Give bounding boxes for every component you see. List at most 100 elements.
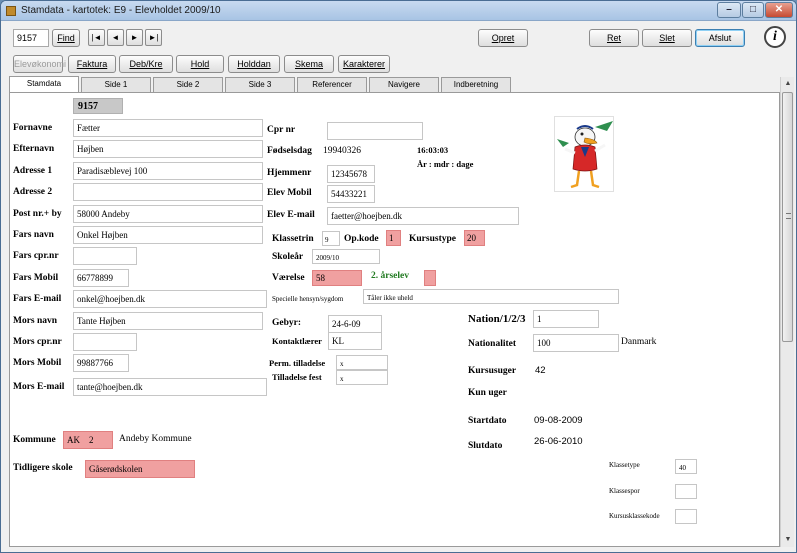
kontaktlaerer-field[interactable]: KL	[328, 332, 382, 350]
skoleaar-label: Skoleår	[272, 252, 304, 262]
app-icon	[6, 6, 16, 16]
nation-field[interactable]: 1	[533, 310, 599, 328]
fars-mobil-field[interactable]: 66778899	[73, 269, 129, 287]
aarselev-marker	[424, 270, 436, 286]
window-title: Stamdata - kartotek: E9 - Elevholdet 200…	[21, 5, 221, 16]
next-record-button[interactable]: ►	[126, 29, 143, 46]
mors-mobil-field[interactable]: 99887766	[73, 354, 129, 372]
skoleaar-field[interactable]: 2009/10	[312, 249, 380, 264]
close-window-button[interactable]: ✕	[765, 2, 793, 18]
elev-mobil-field[interactable]: 54433221	[327, 185, 375, 203]
toolbar: 9157 Find |◄ ◄ ► ►| Opret Ret Slet Afslu…	[1, 21, 796, 77]
klassetrin-field[interactable]: 9	[322, 231, 340, 246]
scroll-down-icon[interactable]: ▼	[781, 533, 795, 547]
foedselsdag-value: 19940326	[323, 146, 361, 156]
kommune-code-field[interactable]: AK 2	[63, 431, 113, 449]
mors-navn-field[interactable]: Tante Højben	[73, 312, 263, 330]
elev-email-field[interactable]: faetter@hoejben.dk	[327, 207, 519, 225]
create-button[interactable]: Opret	[478, 29, 528, 47]
postnr-field[interactable]: 58000 Andeby	[73, 205, 263, 223]
skema-button[interactable]: Skema	[284, 55, 334, 73]
hensyn-field[interactable]: Tåler ikke uheld	[363, 289, 619, 304]
tab-navigere[interactable]: Navigere	[369, 77, 439, 92]
cpr-field[interactable]	[327, 122, 423, 140]
vaerelse-field[interactable]: 58	[312, 270, 362, 286]
kursustype-field[interactable]: 20	[464, 230, 485, 246]
perm-tilladelse-field[interactable]: x	[336, 355, 388, 370]
edit-button[interactable]: Ret	[589, 29, 639, 47]
vaerelse-label: Værelse	[272, 273, 305, 283]
adresse2-label: Adresse 2	[13, 187, 53, 197]
efternavn-field[interactable]: Højben	[73, 140, 263, 158]
tab-indberetning[interactable]: Indberetning	[441, 77, 511, 92]
faktura-button[interactable]: Faktura	[68, 55, 116, 73]
vertical-scrollbar[interactable]: ▲ ▼	[780, 77, 794, 547]
record-id-input[interactable]: 9157	[13, 29, 49, 47]
elev-mobil-label: Elev Mobil	[267, 188, 312, 198]
adresse1-field[interactable]: Paradisæblevej 100	[73, 162, 263, 180]
klassetype-field[interactable]: 40	[675, 459, 697, 474]
tab-side-1[interactable]: Side 1	[81, 77, 151, 92]
find-button[interactable]: Find	[52, 29, 80, 47]
tilladelse-fest-label: Tilladelse fest	[272, 372, 322, 382]
last-record-button[interactable]: ►|	[145, 29, 162, 46]
kursusuger-label: Kursusuger	[468, 366, 517, 376]
mors-email-field[interactable]: tante@hoejben.dk	[73, 378, 267, 396]
kommune-code: AK	[67, 435, 80, 445]
klassetrin-label: Klassetrin	[272, 234, 314, 244]
efternavn-label: Efternavn	[13, 144, 55, 154]
help-icon[interactable]: i	[764, 26, 786, 48]
stamdata-window: Stamdata - kartotek: E9 - Elevholdet 200…	[0, 0, 797, 553]
kursusklassekode-field[interactable]	[675, 509, 697, 524]
fars-email-field[interactable]: onkel@hoejben.dk	[73, 290, 267, 308]
kommune-label: Kommune	[13, 435, 56, 445]
prev-record-button[interactable]: ◄	[107, 29, 124, 46]
foedselsdag-label: Fødselsdag	[267, 146, 312, 156]
nationalitet-field[interactable]: 100	[533, 334, 619, 352]
mors-cpr-label: Mors cpr.nr	[13, 337, 62, 347]
elevokonomi-button[interactable]: Elevøkonomi	[13, 55, 66, 73]
adresse2-field[interactable]	[73, 183, 263, 201]
hensyn-label: Specielle hensyn/sygdom	[272, 295, 344, 303]
tidligere-skole-field[interactable]: Gåserødskolen	[85, 460, 195, 478]
tab-side-3[interactable]: Side 3	[225, 77, 295, 92]
gebyr-field[interactable]: 24-6-09	[328, 315, 382, 333]
gebyr-label: Gebyr:	[272, 318, 302, 328]
record-id-badge: 9157	[73, 98, 123, 114]
scroll-thumb[interactable]	[782, 92, 793, 342]
delete-button[interactable]: Slet	[642, 29, 692, 47]
minimize-button[interactable]: –	[717, 2, 741, 18]
hjemmenr-label: Hjemmenr	[267, 168, 312, 178]
startdato-label: Startdato	[468, 416, 507, 426]
fars-cpr-field[interactable]	[73, 247, 137, 265]
fars-navn-field[interactable]: Onkel Højben	[73, 226, 263, 244]
karakterer-button[interactable]: Karakterer	[338, 55, 390, 73]
clock-time: 16:03:03	[417, 145, 449, 155]
fars-email-label: Fars E-mail	[13, 294, 62, 304]
opkode-field[interactable]: 1	[386, 230, 401, 246]
nationalitet-label: Nationalitet	[468, 339, 517, 349]
tab-side-2[interactable]: Side 2	[153, 77, 223, 92]
opkode-label: Op.kode	[344, 234, 379, 244]
tab-referencer[interactable]: Referencer	[297, 77, 367, 92]
title-bar[interactable]: Stamdata - kartotek: E9 - Elevholdet 200…	[1, 1, 796, 21]
nation-label: Nation/1/2/3	[468, 313, 526, 325]
hold-button[interactable]: Hold	[176, 55, 224, 73]
hjemmenr-field[interactable]: 12345678	[327, 165, 375, 183]
first-record-button[interactable]: |◄	[88, 29, 105, 46]
quit-button[interactable]: Afslut	[695, 29, 745, 47]
holddan-button[interactable]: Holddan	[228, 55, 280, 73]
startdato-value: 09-08-2009	[534, 415, 583, 426]
klassespor-label: Klassespor	[609, 487, 640, 495]
tab-stamdata[interactable]: Stamdata	[9, 76, 79, 92]
grip-icon	[786, 213, 791, 219]
mors-cpr-field[interactable]	[73, 333, 137, 351]
fornavne-field[interactable]: Fætter	[73, 119, 263, 137]
nationalitet-country: Danmark	[621, 337, 657, 347]
maximize-button[interactable]: □	[742, 2, 764, 18]
tilladelse-fest-field[interactable]: x	[336, 370, 388, 385]
deb-kre-button[interactable]: Deb/Kre	[119, 55, 173, 73]
klassespor-field[interactable]	[675, 484, 697, 499]
scroll-up-icon[interactable]: ▲	[781, 77, 795, 91]
fars-mobil-label: Fars Mobil	[13, 273, 59, 283]
